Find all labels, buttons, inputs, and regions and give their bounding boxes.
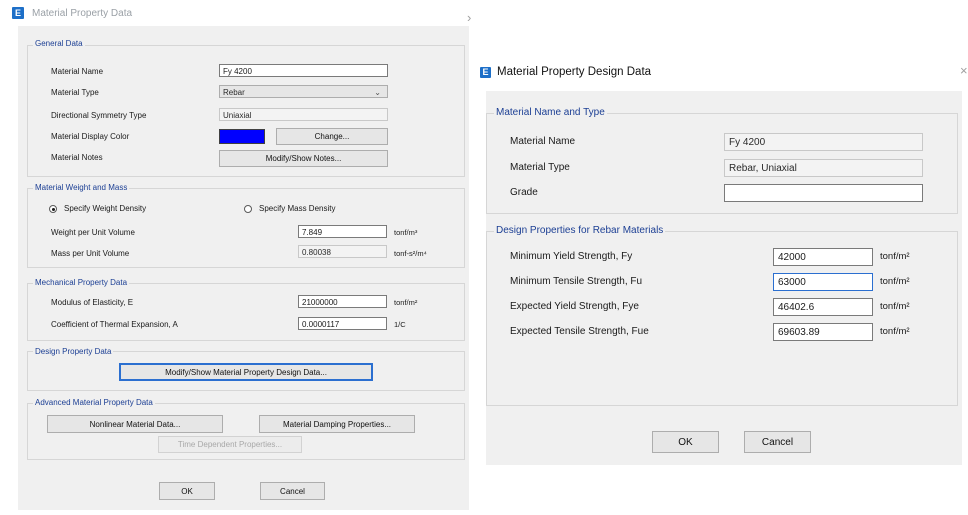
right-dialog-title: Material Property Design Data xyxy=(497,66,652,78)
left-ok-button[interactable]: OK xyxy=(159,482,215,500)
fue-unit: tonf/m² xyxy=(880,326,910,337)
rebar-design-title: Design Properties for Rebar Materials xyxy=(494,225,666,236)
weight-per-volume-label: Weight per Unit Volume xyxy=(51,228,135,237)
material-name-input[interactable]: Fy 4200 xyxy=(219,64,388,77)
design-material-type-label: Material Type xyxy=(510,162,570,173)
weight-per-volume-input[interactable]: 7.849 xyxy=(298,225,387,238)
material-type-value: Rebar xyxy=(223,88,245,97)
symmetry-field: Uniaxial xyxy=(219,108,388,121)
fy-input[interactable]: 42000 xyxy=(773,248,873,266)
symmetry-label: Directional Symmetry Type xyxy=(51,111,147,120)
fu-unit: tonf/m² xyxy=(880,276,910,287)
design-material-name-field: Fy 4200 xyxy=(724,133,923,151)
fye-unit: tonf/m² xyxy=(880,301,910,312)
material-type-select[interactable]: Rebar ⌄ xyxy=(219,85,388,98)
left-title-bar: E Material Property Data xyxy=(0,0,475,26)
fye-label: Expected Yield Strength, Fye xyxy=(510,301,639,312)
mass-unit: tonf-s²/m⁴ xyxy=(394,249,427,258)
material-name-label: Material Name xyxy=(51,67,104,76)
modulus-input[interactable]: 21000000 xyxy=(298,295,387,308)
modify-design-data-button[interactable]: Modify/Show Material Property Design Dat… xyxy=(119,363,373,381)
fue-input[interactable]: 69603.89 xyxy=(773,323,873,341)
display-color-label: Material Display Color xyxy=(51,132,130,141)
mass-per-volume-label: Mass per Unit Volume xyxy=(51,249,130,258)
material-property-data-dialog: E Material Property Data › General Data … xyxy=(0,0,475,515)
damping-properties-button[interactable]: Material Damping Properties... xyxy=(259,415,415,433)
fu-label: Minimum Tensile Strength, Fu xyxy=(510,276,643,287)
fye-input[interactable]: 46402.6 xyxy=(773,298,873,316)
right-ok-button[interactable]: OK xyxy=(652,431,719,453)
display-color-swatch[interactable] xyxy=(219,129,265,144)
app-icon: E xyxy=(480,66,491,78)
time-dependent-button: Time Dependent Properties... xyxy=(158,436,302,453)
fue-label: Expected Tensile Strength, Fue xyxy=(510,326,649,337)
grade-input[interactable] xyxy=(724,184,923,202)
thermal-unit: 1/C xyxy=(394,320,406,329)
modulus-label: Modulus of Elasticity, E xyxy=(51,298,134,307)
mass-density-radio[interactable] xyxy=(244,205,252,213)
left-cancel-button[interactable]: Cancel xyxy=(260,482,325,500)
mechanical-title: Mechanical Property Data xyxy=(33,278,130,287)
nonlinear-material-button[interactable]: Nonlinear Material Data... xyxy=(47,415,223,433)
design-material-name-label: Material Name xyxy=(510,136,576,147)
modify-notes-button[interactable]: Modify/Show Notes... xyxy=(219,150,388,167)
app-icon: E xyxy=(12,7,24,19)
material-notes-label: Material Notes xyxy=(51,153,103,162)
mass-per-volume-field: 0.80038 xyxy=(298,245,387,258)
thermal-expansion-label: Coefficient of Thermal Expansion, A xyxy=(51,320,178,329)
close-icon[interactable]: › xyxy=(467,10,471,25)
fy-unit: tonf/m² xyxy=(880,251,910,262)
mechanical-group xyxy=(27,283,465,341)
chevron-down-icon: ⌄ xyxy=(374,88,381,97)
weight-mass-title: Material Weight and Mass xyxy=(33,183,130,192)
design-title: Design Property Data xyxy=(33,347,114,356)
fy-label: Minimum Yield Strength, Fy xyxy=(510,251,633,262)
design-material-type-field: Rebar, Uniaxial xyxy=(724,159,923,177)
grade-label: Grade xyxy=(510,187,538,198)
right-cancel-button[interactable]: Cancel xyxy=(744,431,811,453)
weight-unit: tonf/m³ xyxy=(394,228,418,237)
weight-density-radio[interactable] xyxy=(49,205,57,213)
material-property-design-data-dialog: E Material Property Design Data × Materi… xyxy=(476,55,968,470)
thermal-expansion-input[interactable]: 0.0000117 xyxy=(298,317,387,330)
weight-density-option-label: Specify Weight Density xyxy=(64,204,147,213)
advanced-title: Advanced Material Property Data xyxy=(33,398,155,407)
change-color-button[interactable]: Change... xyxy=(276,128,388,145)
fu-input[interactable]: 63000 xyxy=(773,273,873,291)
close-icon[interactable]: × xyxy=(960,63,968,78)
left-dialog-title: Material Property Data xyxy=(32,7,133,19)
mass-density-option-label: Specify Mass Density xyxy=(259,204,336,213)
material-type-label: Material Type xyxy=(51,88,99,97)
modulus-unit: tonf/m² xyxy=(394,298,418,307)
general-data-title: General Data xyxy=(33,39,85,48)
right-title-bar: E Material Property Design Data xyxy=(476,55,968,89)
name-type-title: Material Name and Type xyxy=(494,107,607,118)
